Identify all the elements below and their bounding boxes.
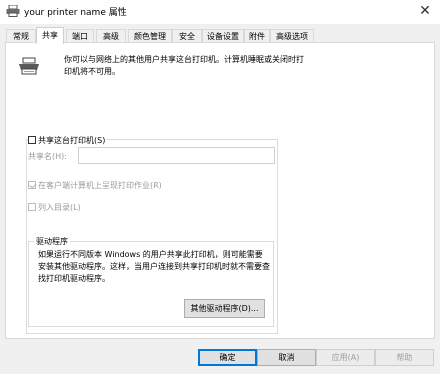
share-printer-checkbox[interactable]: 共享这台打印机(S) — [28, 135, 108, 147]
title-bar: your printer name 属性 ✕ — [0, 0, 440, 24]
tab-sharing[interactable]: 共享 — [36, 27, 64, 44]
help-button[interactable]: 帮助 — [375, 349, 434, 366]
sharing-panel: 你可以与网络上的其他用户共享这台打印机。计算机睡眠或关闭时打印机将不可用。 共享… — [5, 42, 435, 339]
share-name-label: 共享名(H): — [28, 152, 67, 161]
render-jobs-checkbox[interactable]: 在客户端计算机上呈现打印作业(R) — [28, 180, 162, 191]
tab-device-settings[interactable]: 设备设置 — [202, 29, 244, 42]
tab-advanced-options[interactable]: 高级选项 — [270, 29, 314, 42]
render-jobs-label: 在客户端计算机上呈现打印作业(R) — [38, 181, 162, 190]
share-name-input[interactable] — [78, 147, 275, 164]
drivers-description: 如果运行不同版本 Windows 的用户共享此打印机，则可能需要安装其他驱动程序… — [38, 250, 270, 283]
tab-general[interactable]: 常规 — [6, 29, 36, 42]
checkbox-box[interactable] — [28, 136, 36, 144]
tab-accessories[interactable]: 附件 — [244, 29, 270, 42]
share-printer-label: 共享这台打印机(S) — [38, 136, 106, 145]
close-button[interactable]: ✕ — [410, 0, 440, 24]
ok-button[interactable]: 确定 — [198, 349, 257, 366]
close-icon: ✕ — [419, 3, 431, 19]
tab-ports[interactable]: 端口 — [66, 29, 94, 42]
printer-icon — [6, 5, 20, 17]
tab-color-management[interactable]: 颜色管理 — [128, 29, 172, 42]
tab-strip: 常规 共享 端口 高级 颜色管理 安全 设备设置 附件 高级选项 — [4, 27, 436, 44]
sharing-info-text: 你可以与网络上的其他用户共享这台打印机。计算机睡眠或关闭时打印机将不可用。 — [64, 55, 304, 76]
tab-advanced[interactable]: 高级 — [96, 29, 126, 42]
printer-icon — [19, 57, 39, 75]
apply-button[interactable]: 应用(A) — [316, 349, 375, 366]
list-in-directory-label: 列入目录(L) — [38, 203, 81, 212]
window-title: your printer name 属性 — [24, 8, 127, 18]
checkbox-box[interactable] — [28, 203, 36, 211]
drivers-group-label: 驱动程序 — [34, 236, 70, 247]
list-in-directory-checkbox[interactable]: 列入目录(L) — [28, 202, 81, 213]
tab-security[interactable]: 安全 — [172, 29, 202, 42]
cancel-button[interactable]: 取消 — [257, 349, 316, 366]
additional-drivers-button[interactable]: 其他驱动程序(D)... — [184, 299, 265, 318]
checkbox-box[interactable] — [28, 181, 36, 189]
